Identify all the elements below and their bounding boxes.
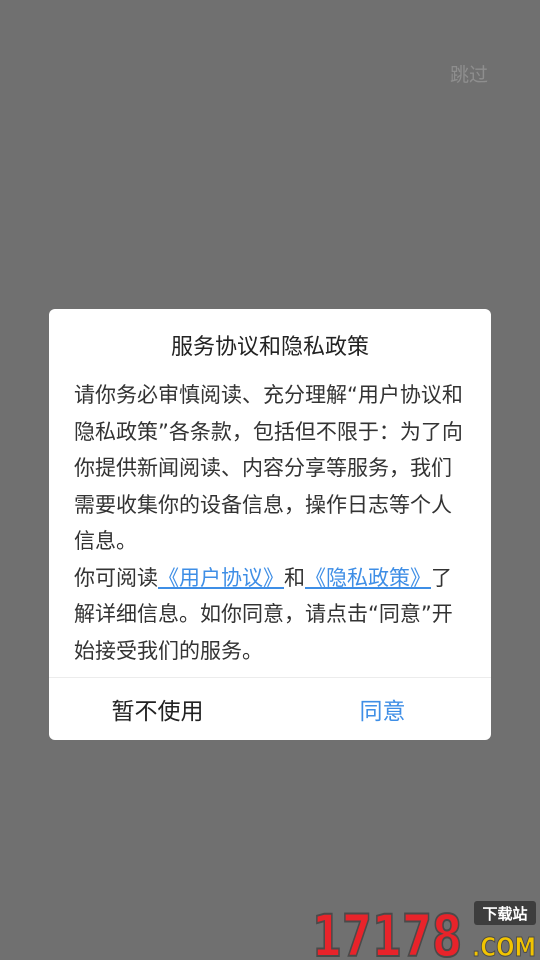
- 17178-watermark-logo: 17178 下载站 .COM: [312, 901, 537, 960]
- agree-button[interactable]: 同意: [274, 678, 491, 740]
- user-agreement-link[interactable]: 《用户协议》: [158, 566, 284, 590]
- dialog-title: 服务协议和隐私政策: [170, 335, 369, 360]
- dialog-actions: 暂不使用 同意: [49, 678, 491, 740]
- watermark-tag: 下载站: [482, 905, 527, 923]
- dialog-paragraph-intro: 请你务必审慎阅读、充分理解“用户协议和隐私政策”各条款，包括但不限于：为了向你提…: [74, 383, 463, 553]
- privacy-policy-link[interactable]: 《隐私政策》: [305, 566, 431, 590]
- privacy-agreement-dialog: 服务协议和隐私政策 请你务必审慎阅读、充分理解“用户协议和隐私政策”各条款，包括…: [49, 309, 491, 740]
- watermark-number: 17178: [312, 902, 462, 960]
- links-prefix-text: 你可阅读: [74, 565, 158, 590]
- watermark-domain: .COM: [472, 933, 536, 960]
- dialog-paragraph-links: 你可阅读《用户协议》和《隐私政策》了解详细信息。如你同意，请点击“同意”开始接受…: [74, 560, 467, 670]
- links-and-text: 和: [284, 565, 305, 590]
- decline-button[interactable]: 暂不使用: [49, 678, 274, 740]
- skip-button[interactable]: 跳过: [450, 60, 488, 87]
- dialog-body: 请你务必审慎阅读、充分理解“用户协议和隐私政策”各条款，包括但不限于：为了向你提…: [74, 377, 467, 669]
